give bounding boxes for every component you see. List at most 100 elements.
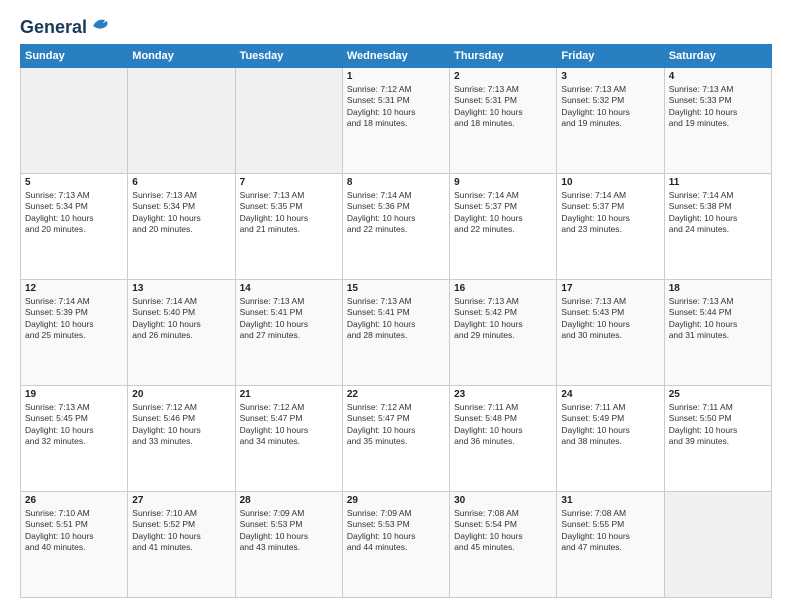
day-number: 5: [25, 177, 123, 188]
calendar-cell: 11 Sunrise: 7:14 AM Sunset: 5:38 PM Dayli…: [664, 174, 771, 280]
calendar-cell: 22 Sunrise: 7:12 AM Sunset: 5:47 PM Dayli…: [342, 386, 449, 492]
cell-details: Sunrise: 7:14 AM Sunset: 5:40 PM Dayligh…: [132, 296, 230, 342]
day-number: 11: [669, 177, 767, 188]
day-number: 2: [454, 71, 552, 82]
day-number: 7: [240, 177, 338, 188]
cell-details: Sunrise: 7:12 AM Sunset: 5:46 PM Dayligh…: [132, 402, 230, 448]
calendar-cell: 7Sunrise: 7:13 AM Sunset: 5:35 PM Daylig…: [235, 174, 342, 280]
day-number: 4: [669, 71, 767, 82]
calendar-cell: 10 Sunrise: 7:14 AM Sunset: 5:37 PM Dayli…: [557, 174, 664, 280]
header: General: [20, 18, 772, 34]
page: General SundayMondayTuesdayWednesdayThur…: [0, 0, 792, 612]
calendar-cell: 25 Sunrise: 7:11 AM Sunset: 5:50 PM Dayli…: [664, 386, 771, 492]
calendar-cell: 3 Sunrise: 7:13 AM Sunset: 5:32 PM Daylig…: [557, 68, 664, 174]
day-number: 20: [132, 389, 230, 400]
day-number: 28: [240, 495, 338, 506]
day-number: 12: [25, 283, 123, 294]
cell-details: Sunrise: 7:13 AM Sunset: 5:44 PM Dayligh…: [669, 296, 767, 342]
weekday-header-friday: Friday: [557, 45, 664, 68]
calendar-cell: 29 Sunrise: 7:09 AM Sunset: 5:53 PM Dayli…: [342, 492, 449, 598]
calendar-cell: 13 Sunrise: 7:14 AM Sunset: 5:40 PM Dayli…: [128, 280, 235, 386]
cell-details: Sunrise: 7:13 AM Sunset: 5:31 PM Dayligh…: [454, 84, 552, 130]
calendar-cell: 6 Sunrise: 7:13 AM Sunset: 5:34 PM Daylig…: [128, 174, 235, 280]
calendar-cell: 5 Sunrise: 7:13 AM Sunset: 5:34 PM Daylig…: [21, 174, 128, 280]
day-number: 1: [347, 71, 445, 82]
cell-details: Sunrise: 7:13 AM Sunset: 5:32 PM Dayligh…: [561, 84, 659, 130]
calendar-cell: 4 Sunrise: 7:13 AM Sunset: 5:33 PM Daylig…: [664, 68, 771, 174]
cell-details: Sunrise: 7:12 AM Sunset: 5:47 PM Dayligh…: [240, 402, 338, 448]
day-number: 31: [561, 495, 659, 506]
cell-details: Sunrise: 7:14 AM Sunset: 5:37 PM Dayligh…: [561, 190, 659, 236]
calendar-cell: 21 Sunrise: 7:12 AM Sunset: 5:47 PM Dayli…: [235, 386, 342, 492]
cell-details: Sunrise: 7:11 AM Sunset: 5:50 PM Dayligh…: [669, 402, 767, 448]
weekday-header-wednesday: Wednesday: [342, 45, 449, 68]
cell-details: Sunrise: 7:14 AM Sunset: 5:36 PM Dayligh…: [347, 190, 445, 236]
day-number: 8: [347, 177, 445, 188]
day-number: 14: [240, 283, 338, 294]
cell-details: Sunrise: 7:14 AM Sunset: 5:38 PM Dayligh…: [669, 190, 767, 236]
calendar-cell: 24 Sunrise: 7:11 AM Sunset: 5:49 PM Dayli…: [557, 386, 664, 492]
calendar-cell: 30 Sunrise: 7:08 AM Sunset: 5:54 PM Dayli…: [450, 492, 557, 598]
calendar-week-4: 19Sunrise: 7:13 AM Sunset: 5:45 PM Dayli…: [21, 386, 772, 492]
weekday-header-monday: Monday: [128, 45, 235, 68]
day-number: 25: [669, 389, 767, 400]
weekday-header-saturday: Saturday: [664, 45, 771, 68]
day-number: 16: [454, 283, 552, 294]
calendar-cell: 8 Sunrise: 7:14 AM Sunset: 5:36 PM Daylig…: [342, 174, 449, 280]
day-number: 22: [347, 389, 445, 400]
cell-details: Sunrise: 7:13 AM Sunset: 5:42 PM Dayligh…: [454, 296, 552, 342]
day-number: 3: [561, 71, 659, 82]
cell-details: Sunrise: 7:09 AM Sunset: 5:53 PM Dayligh…: [347, 508, 445, 554]
weekday-header-thursday: Thursday: [450, 45, 557, 68]
logo: General: [20, 18, 111, 34]
calendar-week-5: 26 Sunrise: 7:10 AM Sunset: 5:51 PM Dayli…: [21, 492, 772, 598]
day-number: 30: [454, 495, 552, 506]
cell-details: Sunrise: 7:13 AM Sunset: 5:34 PM Dayligh…: [132, 190, 230, 236]
calendar-cell: 1Sunrise: 7:12 AM Sunset: 5:31 PM Daylig…: [342, 68, 449, 174]
calendar-cell: 26 Sunrise: 7:10 AM Sunset: 5:51 PM Dayli…: [21, 492, 128, 598]
cell-details: Sunrise: 7:13 AM Sunset: 5:41 PM Dayligh…: [347, 296, 445, 342]
cell-details: Sunrise: 7:10 AM Sunset: 5:52 PM Dayligh…: [132, 508, 230, 554]
calendar-cell: 14 Sunrise: 7:13 AM Sunset: 5:41 PM Dayli…: [235, 280, 342, 386]
day-number: 6: [132, 177, 230, 188]
cell-details: Sunrise: 7:13 AM Sunset: 5:33 PM Dayligh…: [669, 84, 767, 130]
day-number: 23: [454, 389, 552, 400]
calendar-week-2: 5 Sunrise: 7:13 AM Sunset: 5:34 PM Daylig…: [21, 174, 772, 280]
cell-details: Sunrise: 7:10 AM Sunset: 5:51 PM Dayligh…: [25, 508, 123, 554]
cell-details: Sunrise: 7:13 AM Sunset: 5:34 PM Dayligh…: [25, 190, 123, 236]
cell-details: Sunrise: 7:11 AM Sunset: 5:49 PM Dayligh…: [561, 402, 659, 448]
logo-general: General: [20, 18, 87, 36]
day-number: 10: [561, 177, 659, 188]
cell-details: Sunrise: 7:13 AM Sunset: 5:41 PM Dayligh…: [240, 296, 338, 342]
weekday-header-sunday: Sunday: [21, 45, 128, 68]
cell-details: Sunrise: 7:08 AM Sunset: 5:55 PM Dayligh…: [561, 508, 659, 554]
calendar-header-row: SundayMondayTuesdayWednesdayThursdayFrid…: [21, 45, 772, 68]
calendar-cell: 2 Sunrise: 7:13 AM Sunset: 5:31 PM Daylig…: [450, 68, 557, 174]
calendar-cell: 28 Sunrise: 7:09 AM Sunset: 5:53 PM Dayli…: [235, 492, 342, 598]
day-number: 26: [25, 495, 123, 506]
calendar-week-1: 1Sunrise: 7:12 AM Sunset: 5:31 PM Daylig…: [21, 68, 772, 174]
cell-details: Sunrise: 7:14 AM Sunset: 5:37 PM Dayligh…: [454, 190, 552, 236]
cell-details: Sunrise: 7:09 AM Sunset: 5:53 PM Dayligh…: [240, 508, 338, 554]
day-number: 9: [454, 177, 552, 188]
cell-details: Sunrise: 7:13 AM Sunset: 5:43 PM Dayligh…: [561, 296, 659, 342]
weekday-header-tuesday: Tuesday: [235, 45, 342, 68]
calendar-cell: [664, 492, 771, 598]
cell-details: Sunrise: 7:11 AM Sunset: 5:48 PM Dayligh…: [454, 402, 552, 448]
day-number: 21: [240, 389, 338, 400]
day-number: 27: [132, 495, 230, 506]
day-number: 13: [132, 283, 230, 294]
calendar-cell: 20 Sunrise: 7:12 AM Sunset: 5:46 PM Dayli…: [128, 386, 235, 492]
calendar-table: SundayMondayTuesdayWednesdayThursdayFrid…: [20, 44, 772, 598]
calendar-cell: 19Sunrise: 7:13 AM Sunset: 5:45 PM Dayli…: [21, 386, 128, 492]
cell-details: Sunrise: 7:08 AM Sunset: 5:54 PM Dayligh…: [454, 508, 552, 554]
day-number: 18: [669, 283, 767, 294]
calendar-cell: 16 Sunrise: 7:13 AM Sunset: 5:42 PM Dayli…: [450, 280, 557, 386]
calendar-week-3: 12 Sunrise: 7:14 AM Sunset: 5:39 PM Dayli…: [21, 280, 772, 386]
cell-details: Sunrise: 7:14 AM Sunset: 5:39 PM Dayligh…: [25, 296, 123, 342]
cell-details: Sunrise: 7:12 AM Sunset: 5:47 PM Dayligh…: [347, 402, 445, 448]
day-number: 29: [347, 495, 445, 506]
day-number: 24: [561, 389, 659, 400]
cell-details: Sunrise: 7:13 AM Sunset: 5:45 PM Dayligh…: [25, 402, 123, 448]
calendar-cell: 9 Sunrise: 7:14 AM Sunset: 5:37 PM Daylig…: [450, 174, 557, 280]
